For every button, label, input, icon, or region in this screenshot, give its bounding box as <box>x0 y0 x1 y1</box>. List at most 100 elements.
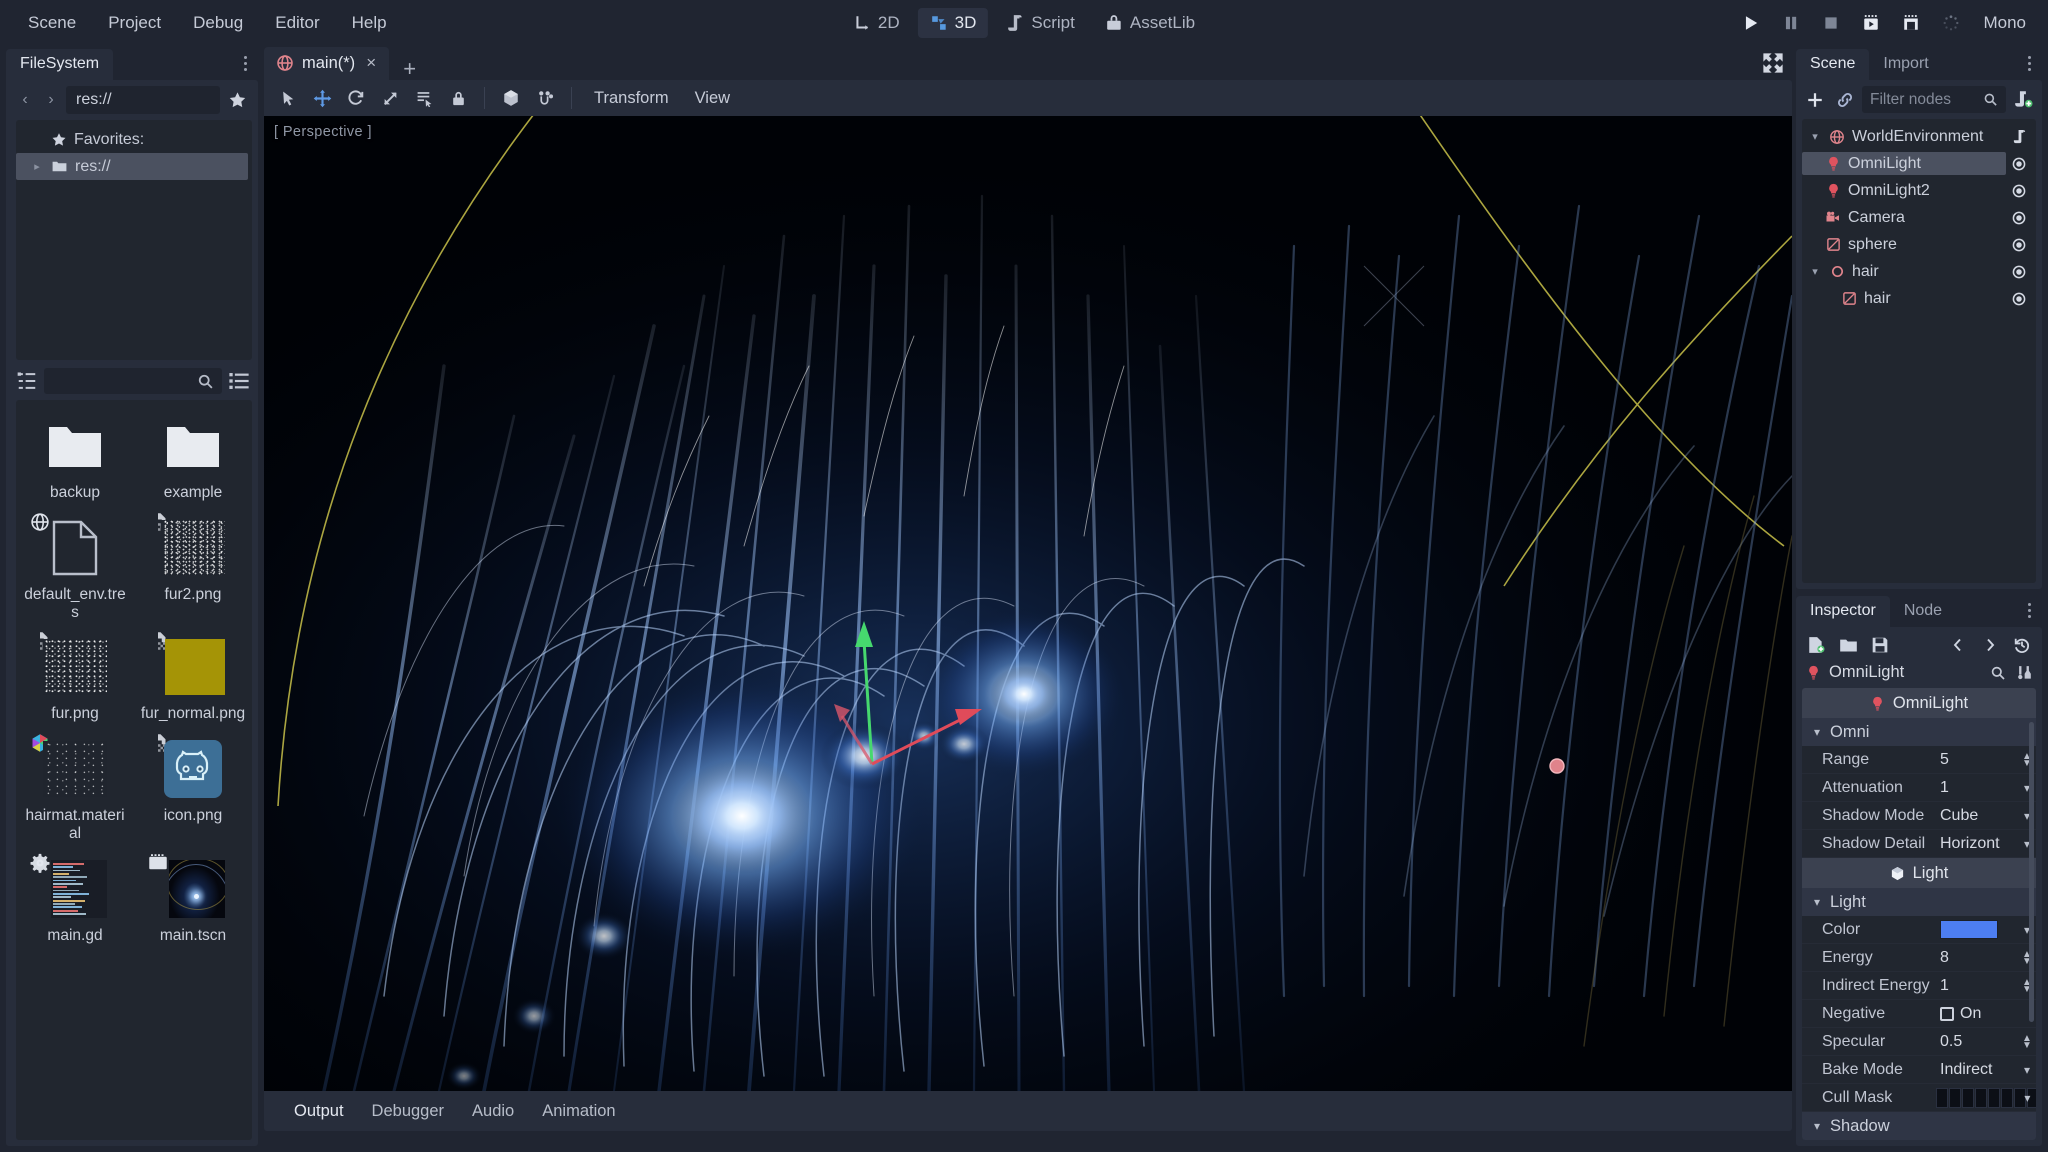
tree-expander-icon[interactable]: ▸ <box>30 160 44 173</box>
view-menu[interactable]: View <box>683 86 742 111</box>
file-item-backup[interactable]: backup <box>16 406 134 508</box>
play-scene-button[interactable] <box>1854 6 1888 40</box>
file-item-icon-png[interactable]: icon.png <box>134 729 252 849</box>
menu-scene[interactable]: Scene <box>14 9 90 37</box>
property-shadow-detail[interactable]: Shadow Detail Horizont ▾ <box>1802 830 2036 858</box>
file-item-default-env[interactable]: default_env.tres <box>16 508 134 628</box>
inspector-tools-icon[interactable] <box>2017 664 2034 681</box>
play-button[interactable] <box>1734 6 1768 40</box>
select-mode-button[interactable] <box>272 84 304 112</box>
tab-scene[interactable]: Scene <box>1796 49 1869 80</box>
filesystem-menu-icon[interactable] <box>236 53 254 73</box>
property-cull-mask[interactable]: Cull Mask ▾ <box>1802 1084 2036 1112</box>
visibility-icon[interactable] <box>2006 264 2032 280</box>
property-value-wrap[interactable]: On <box>1940 1005 2018 1023</box>
scene-node-hair-parent[interactable]: ▾ hair <box>1802 258 2036 285</box>
list-select-button[interactable] <box>408 84 440 112</box>
move-mode-button[interactable] <box>306 84 338 112</box>
instance-scene-button[interactable] <box>1832 87 1858 113</box>
file-item-main-gd[interactable]: main.gd <box>16 849 134 951</box>
inspector-property-list[interactable]: OmniLight ▾ Omni Range 5 ▲▼ Attenuation … <box>1802 688 2036 1140</box>
play-custom-scene-button[interactable] <box>1894 6 1928 40</box>
visibility-icon[interactable] <box>2006 183 2032 199</box>
scene-tab-main[interactable]: main(*) × <box>264 47 389 80</box>
tab-import[interactable]: Import <box>1869 49 1942 80</box>
local-space-button[interactable] <box>495 84 527 112</box>
tab-assetlib[interactable]: AssetLib <box>1093 8 1207 38</box>
tree-item-res[interactable]: ▸ res:// <box>16 153 248 180</box>
checkbox-icon[interactable] <box>1940 1007 1954 1021</box>
property-indirect-energy[interactable]: Indirect Energy 1 ▲▼ <box>1802 972 2036 1000</box>
load-resource-button[interactable] <box>1836 633 1860 657</box>
property-bake-mode[interactable]: Bake Mode Indirect ▾ <box>1802 1056 2036 1084</box>
history-next-button[interactable] <box>1978 633 2002 657</box>
property-value[interactable]: 5 <box>1940 751 2018 769</box>
section-omni[interactable]: ▾ Omni <box>1802 718 2036 746</box>
attach-script-button[interactable] <box>2010 87 2036 113</box>
lock-button[interactable] <box>442 84 474 112</box>
tab-animation[interactable]: Animation <box>530 1098 627 1125</box>
chevron-down-icon[interactable]: ▾ <box>2018 1063 2036 1077</box>
scene-node-camera[interactable]: Camera <box>1802 204 2036 231</box>
file-item-fur2[interactable]: fur2.png <box>134 508 252 628</box>
stop-button[interactable] <box>1814 6 1848 40</box>
path-input[interactable]: res:// <box>66 86 220 114</box>
property-value[interactable]: Horizont <box>1940 835 2018 853</box>
add-node-button[interactable] <box>1802 87 1828 113</box>
history-icon[interactable] <box>2010 633 2034 657</box>
split-mode-icon[interactable] <box>16 370 38 392</box>
file-item-hairmat[interactable]: hairmat.material <box>16 729 134 849</box>
visibility-icon[interactable] <box>2006 210 2032 226</box>
scene-dock-menu-icon[interactable] <box>2020 53 2038 73</box>
menu-project[interactable]: Project <box>94 9 175 37</box>
history-prev-button[interactable] <box>1946 633 1970 657</box>
visibility-icon[interactable] <box>2006 291 2032 307</box>
file-item-example[interactable]: example <box>134 406 252 508</box>
new-scene-tab-button[interactable]: + <box>389 58 430 80</box>
nav-back-icon[interactable]: ‹ <box>14 88 36 112</box>
search-icon[interactable] <box>1990 665 2006 681</box>
property-negative[interactable]: Negative On <box>1802 1000 2036 1028</box>
property-value[interactable]: 0.5 <box>1940 1033 2018 1051</box>
property-shadow-mode[interactable]: Shadow Mode Cube ▾ <box>1802 802 2036 830</box>
rotate-mode-button[interactable] <box>340 84 372 112</box>
scene-node-sphere[interactable]: sphere <box>1802 231 2036 258</box>
filter-nodes-input[interactable]: Filter nodes <box>1862 86 2006 113</box>
menu-help[interactable]: Help <box>338 9 401 37</box>
inspector-menu-icon[interactable] <box>2020 600 2038 620</box>
distraction-free-mode-icon[interactable] <box>1762 52 1784 74</box>
visibility-icon[interactable] <box>2006 156 2032 172</box>
scene-node-hair-child[interactable]: hair <box>1802 285 2036 312</box>
color-swatch[interactable] <box>1940 920 1998 939</box>
menu-editor[interactable]: Editor <box>261 9 333 37</box>
scale-mode-button[interactable] <box>374 84 406 112</box>
progress-spinner-button[interactable] <box>1934 6 1968 40</box>
property-value[interactable]: Cube <box>1940 807 2018 825</box>
inspector-scrollbar[interactable] <box>2029 722 2034 1022</box>
file-item-fur-normal[interactable]: fur_normal.png <box>134 627 252 729</box>
property-value[interactable]: 1 <box>1940 977 2018 995</box>
tab-2d[interactable]: 2D <box>841 8 912 38</box>
open-script-icon[interactable] <box>2006 129 2032 144</box>
nav-forward-icon[interactable]: › <box>40 88 62 112</box>
section-shadow[interactable]: ▾ Shadow <box>1802 1112 2036 1140</box>
property-attenuation[interactable]: Attenuation 1 ▾ <box>1802 774 2036 802</box>
property-specular[interactable]: Specular 0.5 ▲▼ <box>1802 1028 2036 1056</box>
property-value[interactable] <box>1940 920 2018 939</box>
list-view-toggle-icon[interactable] <box>228 370 250 392</box>
new-resource-button[interactable] <box>1804 633 1828 657</box>
tab-3d[interactable]: 3D <box>918 8 989 38</box>
transform-menu[interactable]: Transform <box>582 86 681 111</box>
tab-node[interactable]: Node <box>1890 596 1956 627</box>
spinner-icon[interactable]: ▲▼ <box>2018 1035 2036 1049</box>
save-resource-button[interactable] <box>1868 633 1892 657</box>
property-value[interactable]: 1 <box>1940 779 2018 797</box>
filesystem-search-input[interactable] <box>44 368 222 394</box>
tab-debugger[interactable]: Debugger <box>360 1098 456 1125</box>
chevron-down-icon[interactable]: ▾ <box>2019 1091 2036 1105</box>
favorite-star-icon[interactable] <box>224 87 250 113</box>
property-color[interactable]: Color ▾ <box>1802 916 2036 944</box>
scene-node-worldenvironment[interactable]: ▾ WorldEnvironment <box>1802 123 2036 150</box>
chevron-down-icon[interactable]: ▾ <box>1808 265 1822 278</box>
snap-button[interactable] <box>529 84 561 112</box>
